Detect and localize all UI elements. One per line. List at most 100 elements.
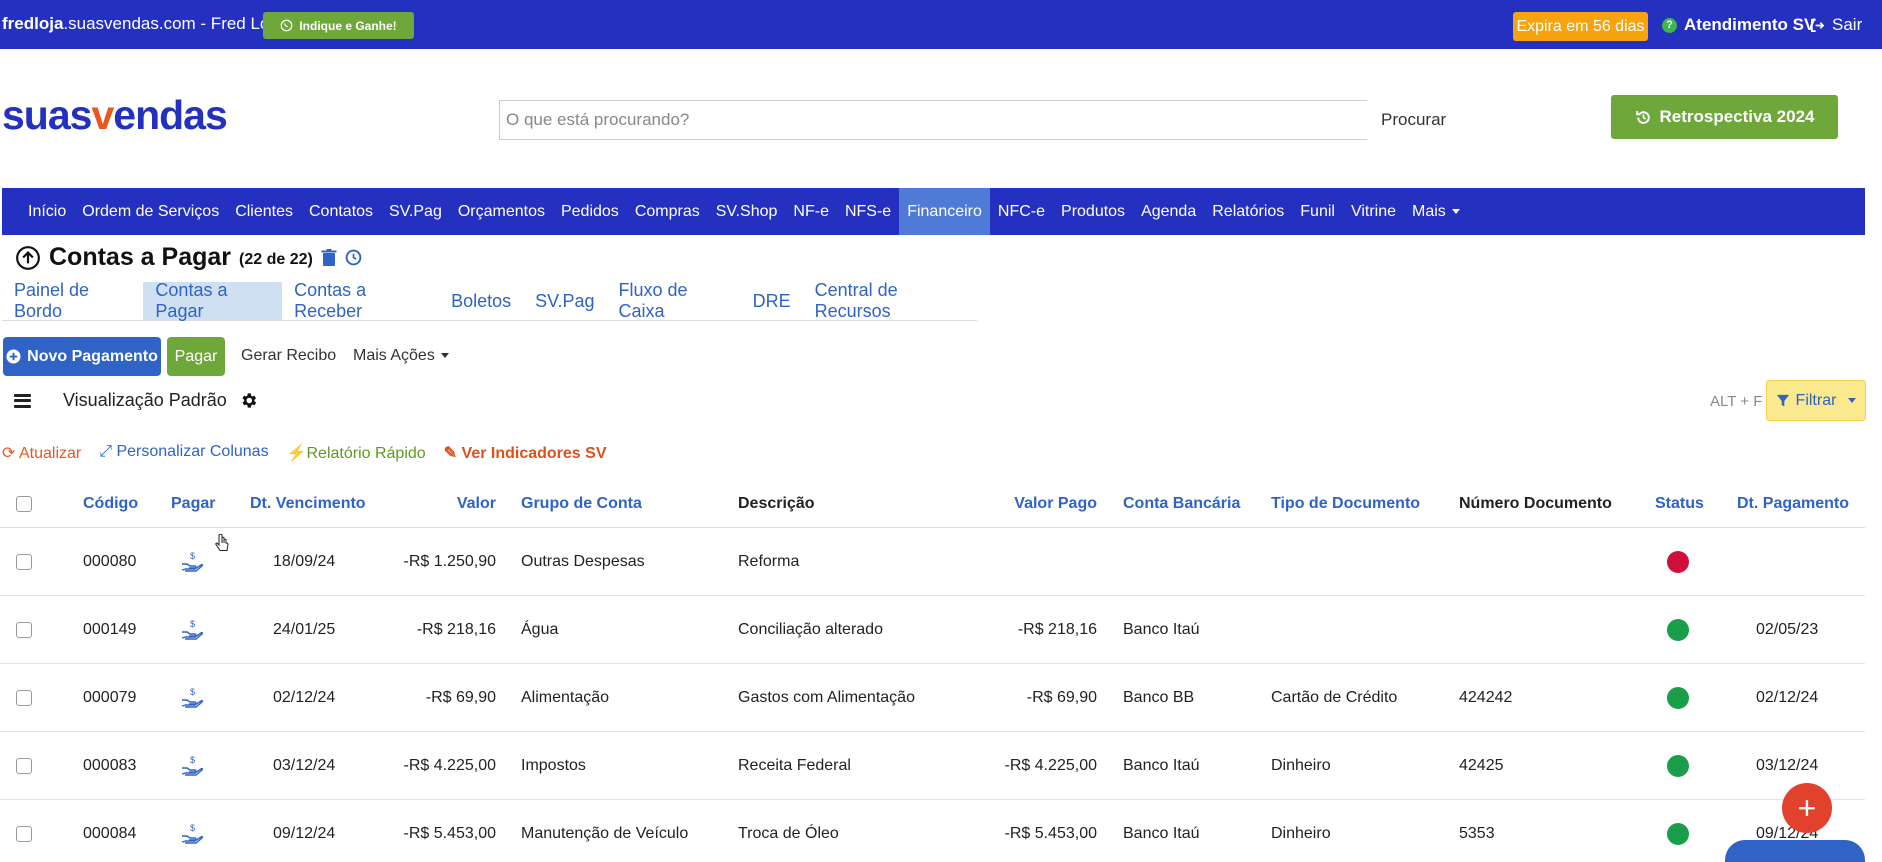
row-checkbox[interactable] [16, 825, 32, 842]
gear-icon[interactable] [239, 391, 258, 410]
nav-clientes[interactable]: Clientes [227, 188, 301, 235]
tab-central-recursos[interactable]: Central de Recursos [803, 280, 977, 321]
cell-codigo: 000149 [83, 620, 137, 638]
plus-circle-icon [6, 349, 21, 364]
col-valor-pago[interactable]: Valor Pago [960, 495, 1097, 513]
cell-tipo: Cartão de Crédito [1271, 688, 1398, 706]
pay-hand-icon[interactable]: $ [180, 755, 204, 777]
pay-hand-icon[interactable]: $ [180, 687, 204, 709]
view-label[interactable]: Visualização Padrão [63, 390, 227, 411]
nav-orcamentos[interactable]: Orçamentos [450, 188, 553, 235]
relatorio-rapido-link[interactable]: ⚡Relatório Rápido [287, 443, 426, 463]
trash-icon[interactable] [321, 248, 337, 267]
col-valor[interactable]: Valor [360, 495, 496, 513]
pagar-button[interactable]: Pagar [167, 337, 225, 376]
nav-funil[interactable]: Funil [1292, 188, 1343, 235]
table-row[interactable]: 000083 $ 03/12/24 -R$ 4.225,00 Impostos … [0, 732, 1865, 800]
nav-nfce[interactable]: NFC-e [990, 188, 1053, 235]
mais-acoes-button[interactable]: Mais Ações [353, 347, 449, 365]
nav-produtos[interactable]: Produtos [1053, 188, 1133, 235]
col-vencimento[interactable]: Dt. Vencimento [250, 495, 366, 513]
whatsapp-icon [280, 19, 293, 32]
nav-agenda[interactable]: Agenda [1133, 188, 1204, 235]
top-bar: fredloja.suasvendas.com - Fred Loja Indi… [0, 0, 1882, 49]
clock-icon[interactable] [345, 249, 362, 266]
cell-numero: 424242 [1459, 688, 1513, 706]
col-status[interactable]: Status [1655, 495, 1704, 513]
chat-widget[interactable] [1725, 840, 1865, 862]
cell-descricao: Reforma [738, 552, 800, 570]
table-row[interactable]: 000084 $ 09/12/24 -R$ 5.453,00 Manutençã… [0, 800, 1865, 862]
novo-pagamento-button[interactable]: Novo Pagamento [3, 337, 161, 376]
search-button[interactable]: Procurar [1381, 110, 1446, 130]
atendimento-link[interactable]: ? Atendimento SV [1662, 15, 1815, 35]
pay-hand-icon[interactable]: $ [180, 551, 204, 573]
tab-svpag[interactable]: SV.Pag [523, 282, 606, 320]
tab-boletos[interactable]: Boletos [439, 282, 523, 320]
cell-grupo: Impostos [521, 756, 586, 774]
pay-hand-icon[interactable]: $ [180, 619, 204, 641]
svg-text:$: $ [190, 687, 195, 697]
row-checkbox[interactable] [16, 553, 32, 570]
nav-svshop[interactable]: SV.Shop [708, 188, 786, 235]
gerar-recibo-button[interactable]: Gerar Recibo [241, 347, 336, 365]
cell-grupo: Alimentação [521, 688, 610, 706]
table-row[interactable]: 000079 $ 02/12/24 -R$ 69,90 Alimentação … [0, 664, 1865, 732]
col-tipo[interactable]: Tipo de Documento [1271, 495, 1420, 513]
nav-vitrine[interactable]: Vitrine [1343, 188, 1404, 235]
search-input[interactable]: O que está procurando? [499, 100, 1367, 140]
tab-painel-bordo[interactable]: Painel de Bordo [2, 280, 143, 321]
nav-nfse[interactable]: NFS-e [837, 188, 899, 235]
col-descricao[interactable]: Descrição [738, 495, 815, 513]
col-numero[interactable]: Número Documento [1459, 495, 1612, 513]
row-checkbox[interactable] [16, 621, 32, 638]
logo-part-a: suas [2, 92, 92, 138]
add-fab-button[interactable]: + [1782, 783, 1832, 833]
tab-fluxo-caixa[interactable]: Fluxo de Caixa [607, 280, 741, 321]
cell-grupo: Manutenção de Veículo [521, 824, 689, 842]
row-checkbox[interactable] [16, 689, 32, 706]
personalizar-colunas-link[interactable]: ⤢ Personalizar Colunas [99, 443, 268, 463]
col-codigo[interactable]: Código [83, 495, 138, 513]
cell-vencimento: 09/12/24 [273, 824, 336, 842]
menu-icon[interactable] [14, 393, 31, 408]
table-row[interactable]: 000080 $ 18/09/24 -R$ 1.250,90 Outras De… [0, 528, 1865, 596]
pay-hand-icon[interactable]: $ [180, 823, 204, 845]
col-pagamento[interactable]: Dt. Pagamento [1737, 495, 1849, 513]
atendimento-label: Atendimento SV [1684, 15, 1816, 34]
nav-inicio[interactable]: Início [20, 188, 74, 235]
nav-financeiro[interactable]: Financeiro [899, 188, 990, 235]
nav-pedidos[interactable]: Pedidos [553, 188, 627, 235]
select-all-checkbox[interactable] [16, 495, 32, 512]
tab-contas-receber[interactable]: Contas a Receber [282, 280, 439, 321]
atualizar-link[interactable]: ⟳ Atualizar [2, 443, 81, 463]
ver-indicadores-link[interactable]: ✎ Ver Indicadores SV [444, 443, 607, 463]
tab-dre[interactable]: DRE [741, 282, 803, 320]
cell-descricao: Conciliação alterado [738, 620, 883, 638]
tab-contas-pagar[interactable]: Contas a Pagar [143, 280, 283, 321]
nav-mais[interactable]: Mais [1404, 188, 1468, 235]
cell-valor: -R$ 1.250,90 [403, 552, 496, 570]
retrospectiva-button[interactable]: Retrospectiva 2024 [1611, 95, 1838, 139]
expira-badge[interactable]: Expira em 56 dias [1513, 12, 1648, 41]
nav-compras[interactable]: Compras [627, 188, 708, 235]
record-count: (22 de 22) [239, 250, 313, 268]
indique-ganhe-button[interactable]: Indique e Ganhe! [263, 12, 414, 39]
main-nav: Início Ordem de Serviços Clientes Contat… [2, 188, 1865, 235]
col-conta[interactable]: Conta Bancária [1123, 495, 1240, 513]
nav-ordem-servicos[interactable]: Ordem de Serviços [74, 188, 227, 235]
caret-down-icon [440, 353, 449, 359]
row-checkbox[interactable] [16, 757, 32, 774]
col-pagar[interactable]: Pagar [171, 495, 215, 513]
logo[interactable]: suasvendas [2, 92, 228, 139]
nav-contatos[interactable]: Contatos [301, 188, 381, 235]
filtrar-button[interactable]: Filtrar [1766, 380, 1866, 421]
nav-svpag[interactable]: SV.Pag [381, 188, 450, 235]
col-grupo[interactable]: Grupo de Conta [521, 495, 642, 513]
site-subdomain: fredloja [2, 14, 64, 33]
cell-valor-pago: -R$ 218,16 [1017, 620, 1097, 638]
nav-nfe[interactable]: NF-e [785, 188, 837, 235]
logout-link[interactable]: Sair [1810, 15, 1862, 35]
nav-relatorios[interactable]: Relatórios [1204, 188, 1292, 235]
table-row[interactable]: 000149 $ 24/01/25 -R$ 218,16 Água Concil… [0, 596, 1865, 664]
